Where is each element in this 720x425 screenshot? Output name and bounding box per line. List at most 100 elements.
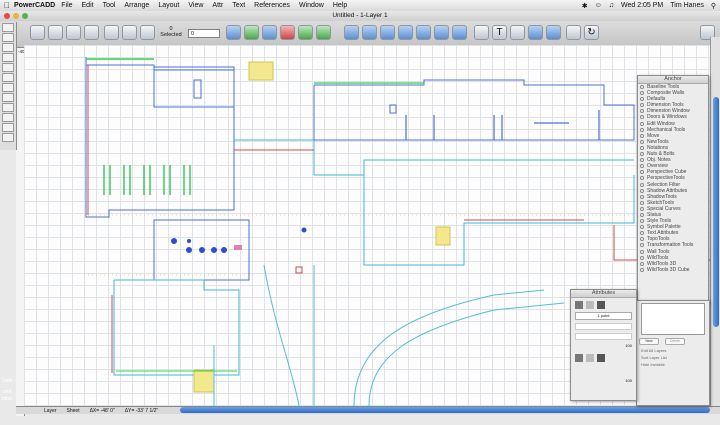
fixture: [295, 266, 303, 274]
menu-layout[interactable]: Layout: [158, 2, 179, 9]
fill-icon[interactable]: [474, 25, 489, 40]
fixture: [389, 104, 397, 114]
menu-window[interactable]: Window: [299, 2, 324, 9]
clock[interactable]: Wed 2:05 PM: [621, 2, 663, 9]
horizontal-scrollbar[interactable]: [180, 407, 710, 413]
symbols-icon[interactable]: [316, 25, 331, 40]
group-icon[interactable]: [344, 25, 359, 40]
arc-tool-icon[interactable]: [2, 63, 14, 72]
new-layer-button[interactable]: New: [639, 338, 659, 345]
layer-label[interactable]: Layer: [44, 407, 57, 414]
arrow-tool-icon[interactable]: [2, 23, 14, 32]
save-icon[interactable]: [66, 25, 81, 40]
edit-all-layers-checkbox[interactable]: Edit All Layers: [641, 348, 705, 353]
tools-list-palette: Anchor Baseline Tools Composite Walls Defa…: [637, 75, 709, 304]
menu-attr[interactable]: Attr: [212, 2, 223, 9]
info-icon[interactable]: [566, 25, 581, 40]
show-palettes-icon[interactable]: [546, 25, 561, 40]
duplicate-icon[interactable]: [398, 25, 413, 40]
dimension-tool-icon[interactable]: [2, 103, 14, 112]
line-tool-icon[interactable]: [2, 33, 14, 42]
bezier-tool-icon[interactable]: [2, 83, 14, 92]
stair-block: [193, 369, 215, 393]
fill-color-swatch[interactable]: [575, 354, 583, 362]
sort-layer-list-checkbox[interactable]: Sort Layer List: [641, 355, 705, 360]
eye-icon[interactable]: [244, 25, 259, 40]
bluetooth-icon[interactable]: ✱: [582, 2, 588, 10]
send-back-icon[interactable]: [434, 25, 449, 40]
menu-file[interactable]: File: [61, 2, 72, 9]
dimension-icon[interactable]: [510, 25, 525, 40]
desktop-label: Dele: [2, 378, 13, 384]
title-bar: Untitled - 1-Layer 1: [0, 11, 720, 21]
selection-count: 0 Selected: [160, 26, 182, 38]
fill-gradient-swatch[interactable]: [597, 354, 605, 362]
menu-text[interactable]: Text: [232, 2, 245, 9]
rotate-tool-icon[interactable]: [2, 123, 14, 132]
tool-palette: [0, 22, 17, 150]
menu-edit[interactable]: Edit: [82, 2, 94, 9]
hide-invisible-checkbox[interactable]: Hide Invisible: [641, 362, 705, 367]
layer-select[interactable]: 0: [188, 29, 220, 38]
palette-title: Attributes: [571, 290, 636, 298]
fill-swatch[interactable]: [597, 301, 605, 309]
line-style-select[interactable]: [575, 323, 632, 330]
menu-arrange[interactable]: Arrange: [124, 2, 149, 9]
attributes-icon[interactable]: [528, 25, 543, 40]
sheet-label[interactable]: Sheet: [67, 407, 80, 414]
volume-icon[interactable]: ♫: [609, 2, 614, 9]
zoom-in-icon[interactable]: [122, 25, 137, 40]
desk: [193, 79, 202, 99]
menu-references[interactable]: References: [254, 2, 290, 9]
arrow-style-select[interactable]: [575, 333, 632, 340]
pattern-swatch[interactable]: [586, 301, 594, 309]
delta-y-readout: ΔY= -33' 7 1/2": [124, 408, 159, 414]
user-name[interactable]: Tim Hanes: [670, 2, 704, 9]
delete-layer-button[interactable]: Delete: [664, 338, 685, 345]
pen-color-swatch[interactable]: [575, 301, 583, 309]
layers-icon[interactable]: [298, 25, 313, 40]
wifi-icon[interactable]: ☺: [595, 2, 602, 9]
grid-icon[interactable]: [226, 25, 241, 40]
record-icon[interactable]: [280, 25, 295, 40]
redo-icon[interactable]: ↻: [584, 25, 599, 40]
zoom-out-icon[interactable]: [140, 25, 155, 40]
ungroup-icon[interactable]: [362, 25, 377, 40]
layers-palette: New Delete Edit All Layers Sort Layer Li…: [636, 300, 710, 406]
apple-icon[interactable]: : [0, 1, 14, 10]
print-icon[interactable]: [84, 25, 99, 40]
layer-list[interactable]: [641, 303, 705, 335]
new-document-icon[interactable]: [30, 25, 45, 40]
lab-benches: [405, 110, 600, 140]
text-tool-icon[interactable]: T: [492, 25, 507, 40]
align-icon[interactable]: [380, 25, 395, 40]
open-icon[interactable]: [48, 25, 63, 40]
zoom-tool-icon[interactable]: [2, 113, 14, 122]
rotate-icon[interactable]: [452, 25, 467, 40]
zoom-button[interactable]: [22, 13, 28, 19]
rectangle-tool-icon[interactable]: [2, 43, 14, 52]
restroom-fixtures: [171, 238, 227, 253]
polygon-tool-icon[interactable]: [2, 73, 14, 82]
window-title: Untitled - 1-Layer 1: [332, 12, 388, 19]
bring-front-icon[interactable]: [416, 25, 431, 40]
fill-swatches: [575, 354, 632, 362]
menu-tool[interactable]: Tool: [103, 2, 116, 9]
text-tool-icon-left[interactable]: [2, 93, 14, 102]
menu-view[interactable]: View: [188, 2, 203, 9]
tools-list-item[interactable]: WildTools 3D Cube: [638, 267, 708, 273]
menu-help[interactable]: Help: [333, 2, 347, 9]
fill-pattern-swatch[interactable]: [586, 354, 594, 362]
vertical-scroll-thumb[interactable]: [713, 97, 719, 327]
circle-tool-icon[interactable]: [2, 53, 14, 62]
move-icon[interactable]: [104, 25, 119, 40]
minimize-button[interactable]: [13, 13, 19, 19]
delta-x-readout: ΔX= -48' 0": [89, 408, 115, 414]
pen-weight-select[interactable]: 1 point: [575, 312, 632, 320]
menu-app-name[interactable]: PowerCADD: [14, 2, 55, 9]
vertical-scrollbar[interactable]: [710, 37, 720, 406]
close-button[interactable]: [4, 13, 10, 19]
spotlight-icon[interactable]: ⚲: [711, 2, 716, 10]
eyedropper-tool-icon[interactable]: [2, 133, 14, 142]
snap-icon[interactable]: [262, 25, 277, 40]
